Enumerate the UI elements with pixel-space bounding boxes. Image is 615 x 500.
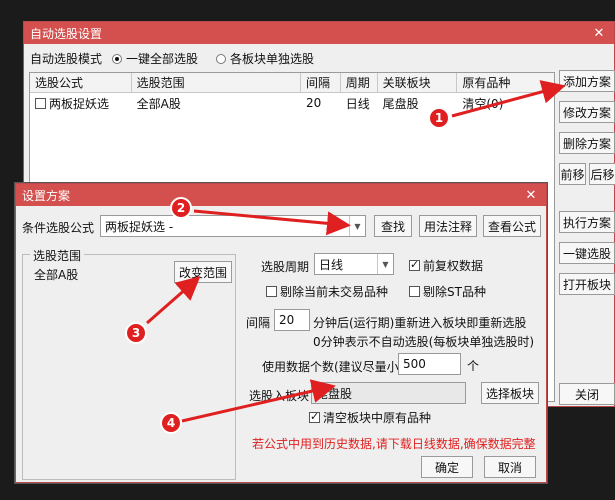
setup-scheme-dialog: 设置方案 ✕ 条件选股公式 两板捉妖选 - ▼ 查找 用法注释 查看公式 选股范… (15, 183, 547, 483)
clear-block-label: 清空板块中原有品种 (323, 411, 432, 425)
view-formula-button[interactable]: 查看公式 (483, 215, 541, 237)
data-count-label: 使用数据个数(建议尽量小) (262, 360, 404, 374)
row-formula: 两板捉妖选 (49, 96, 110, 111)
mode-option-each: 各板块单独选股 (230, 52, 315, 66)
mode-radio-each[interactable]: 各板块单独选股 (216, 50, 314, 67)
block-field[interactable]: 尾盘股 (311, 382, 466, 404)
annotation-badge-4: 4 (160, 412, 182, 434)
col-range[interactable]: 选股范围 (132, 73, 301, 92)
block-label: 选股入板块 (249, 389, 310, 403)
exclude-st-label: 剔除ST品种 (423, 285, 486, 299)
warning-text: 若公式中用到历史数据,请下载日线数据,确保数据完整 (252, 437, 536, 451)
mode-option-all: 一键全部选股 (126, 52, 199, 66)
interval-note: 0分钟表示不自动选股(每板块单独选股时) (313, 335, 534, 349)
range-value: 全部A股 (34, 268, 79, 282)
window-titlebar: 自动选股设置 ✕ (24, 22, 614, 44)
col-interval[interactable]: 间隔 (301, 73, 341, 92)
row-formula-cell: 两板捉妖选 (30, 95, 132, 112)
checkbox-checked-icon[interactable] (309, 410, 320, 423)
close-button[interactable]: 关闭 (559, 383, 615, 405)
annotation-badge-2: 2 (170, 197, 192, 219)
condition-formula-value: 两板捉妖选 - (105, 219, 174, 234)
checkbox-icon[interactable] (266, 286, 277, 297)
pre-adjust-label: 前复权数据 (423, 259, 484, 273)
interval-input[interactable]: 20 (274, 309, 310, 331)
chevron-down-icon[interactable]: ▼ (377, 254, 393, 274)
dialog-titlebar: 设置方案 ✕ (16, 184, 546, 206)
period-value: 日线 (319, 257, 344, 272)
add-scheme-button[interactable]: 添加方案 (559, 70, 615, 92)
chevron-down-icon[interactable]: ▼ (349, 216, 365, 236)
dialog-title: 设置方案 (22, 188, 71, 203)
clear-block-option[interactable]: 清空板块中原有品种 (309, 409, 431, 426)
select-block-button[interactable]: 选择板块 (481, 382, 539, 404)
table-header: 选股公式 选股范围 间隔 周期 关联板块 原有品种 (30, 73, 554, 93)
table-row[interactable]: 两板捉妖选 全部A股 20 日线 尾盘股 清空(0) (30, 93, 554, 113)
mode-radio-all[interactable]: 一键全部选股 (112, 50, 198, 67)
row-period: 日线 (345, 96, 370, 111)
row-original: 清空(0) (462, 96, 504, 111)
annotation-badge-1: 1 (428, 107, 450, 129)
col-original[interactable]: 原有品种 (457, 73, 554, 92)
col-period[interactable]: 周期 (341, 73, 378, 92)
condition-formula-select[interactable]: 两板捉妖选 - ▼ (100, 215, 366, 237)
close-icon[interactable]: ✕ (522, 188, 540, 203)
range-group-title: 选股范围 (30, 247, 85, 264)
radio-unselected-icon (216, 53, 227, 64)
close-icon[interactable]: ✕ (590, 26, 608, 41)
radio-selected-icon (112, 53, 123, 64)
period-select[interactable]: 日线 ▼ (314, 253, 394, 275)
exclude-st-option[interactable]: 剔除ST品种 (409, 283, 486, 300)
interval-suffix: 分钟后(运行期)重新进入板块即重新选股 (313, 316, 527, 330)
col-block[interactable]: 关联板块 (378, 73, 458, 92)
move-down-button[interactable]: 后移 (589, 163, 615, 185)
pre-adjust-option[interactable]: 前复权数据 (409, 257, 483, 274)
checkbox-icon[interactable] (409, 286, 420, 297)
row-checkbox[interactable] (35, 97, 46, 109)
execute-scheme-button[interactable]: 执行方案 (559, 211, 615, 233)
move-up-button[interactable]: 前移 (559, 163, 586, 185)
range-group (22, 254, 236, 480)
open-block-button[interactable]: 打开板块 (559, 273, 615, 295)
row-interval: 20 (305, 96, 322, 110)
annotation-badge-3: 3 (125, 322, 147, 344)
delete-scheme-button[interactable]: 删除方案 (559, 132, 615, 154)
exclude-untraded-label: 剔除当前未交易品种 (280, 285, 389, 299)
condition-formula-label: 条件选股公式 (22, 221, 95, 235)
checkbox-checked-icon[interactable] (409, 258, 420, 271)
mode-label: 自动选股模式 (30, 52, 103, 66)
data-count-input[interactable]: 500 (398, 353, 461, 375)
period-label: 选股周期 (261, 260, 310, 274)
row-range: 全部A股 (136, 96, 181, 111)
exclude-untraded-option[interactable]: 剔除当前未交易品种 (266, 283, 388, 300)
change-range-button[interactable]: 改变范围 (174, 261, 232, 283)
interval-label: 间隔 (246, 316, 271, 330)
find-button[interactable]: 查找 (374, 215, 412, 237)
ok-button[interactable]: 确定 (421, 456, 473, 478)
one-click-select-button[interactable]: 一键选股 (559, 242, 615, 264)
usage-notes-button[interactable]: 用法注释 (419, 215, 477, 237)
data-count-unit: 个 (467, 359, 480, 373)
mode-row: 自动选股模式 一键全部选股 各板块单独选股 (30, 50, 314, 67)
col-formula[interactable]: 选股公式 (30, 73, 132, 92)
window-title: 自动选股设置 (30, 26, 103, 41)
modify-scheme-button[interactable]: 修改方案 (559, 101, 615, 123)
cancel-button[interactable]: 取消 (484, 456, 536, 478)
